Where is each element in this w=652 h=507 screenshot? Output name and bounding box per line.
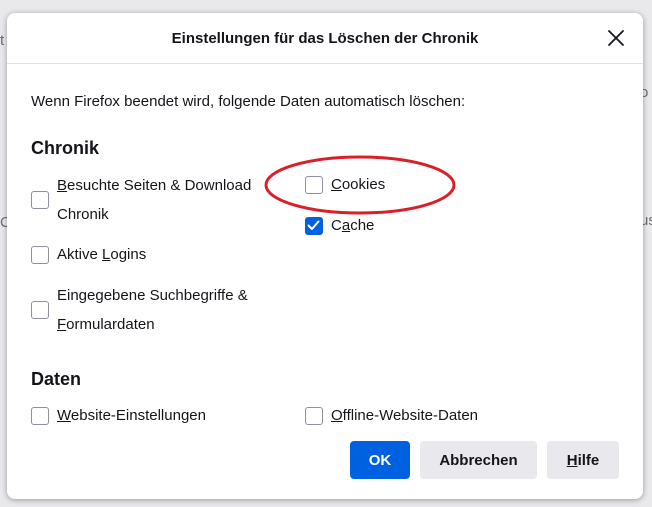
dialog-intro-text: Wenn Firefox beendet wird, folgende Date…: [31, 93, 466, 110]
logins-label-rest: ogins: [110, 246, 147, 263]
accesskey-b: B: [57, 177, 68, 194]
checkbox-site-settings-box[interactable]: [31, 406, 49, 425]
accesskey-o: O: [331, 407, 343, 424]
cache-label-start: C: [331, 217, 342, 234]
search-label-line1: Eingegebene Suchbegriffe &: [57, 287, 248, 304]
background-page-text: t: [0, 32, 5, 49]
accesskey-a: a: [341, 217, 351, 234]
checkbox-cache-box[interactable]: [305, 216, 323, 235]
cache-label-rest: che: [350, 217, 375, 234]
section-heading-chronik: Chronik: [31, 138, 100, 158]
checkbox-visited-pages-box[interactable]: [31, 191, 49, 209]
accesskey-h: H: [566, 451, 578, 469]
annotation-ellipse: [264, 155, 456, 215]
checkbox-search-form-data-label: Eingegebene Suchbegriffe & Formulardaten: [57, 281, 248, 339]
checkbox-site-settings[interactable]: Website-Einstellungen: [31, 401, 206, 430]
accesskey-f: F: [57, 316, 67, 333]
checkbox-offline-data-label: Offline-Website-Daten: [331, 401, 478, 430]
checkmark-icon: [307, 220, 320, 230]
checkbox-visited-pages[interactable]: Besuchte Seiten & Download Chronik: [31, 171, 251, 229]
help-button[interactable]: Hilfe: [547, 441, 619, 479]
offline-data-label-rest: ffline-Website-Daten: [342, 407, 479, 424]
checkbox-search-form-data[interactable]: Eingegebene Suchbegriffe & Formulardaten: [31, 281, 248, 339]
ok-button[interactable]: OK: [350, 441, 410, 479]
dialog-title: Einstellungen für das Löschen der Chroni…: [171, 30, 479, 47]
dialog-titlebar: Einstellungen für das Löschen der Chroni…: [7, 13, 643, 64]
cancel-button[interactable]: Abbrechen: [420, 441, 537, 479]
checkbox-visited-pages-label-line2: Chronik: [57, 206, 109, 223]
checkbox-visited-pages-label-line1: Besuchte Seiten & Download: [57, 171, 251, 200]
search-label-line2: Formulardaten: [57, 310, 248, 339]
checkbox-active-logins-label: Aktive Logins: [57, 240, 146, 269]
clear-history-settings-dialog: Einstellungen für das Löschen der Chroni…: [7, 13, 643, 499]
checkbox-visited-pages-label: Besuchte Seiten & Download Chronik: [57, 171, 251, 229]
checkbox-active-logins-box[interactable]: [31, 245, 49, 264]
checkbox-search-form-data-box[interactable]: [31, 301, 49, 319]
checkbox-active-logins[interactable]: Aktive Logins: [31, 240, 146, 269]
checkbox-offline-data[interactable]: Offline-Website-Daten: [305, 401, 478, 430]
site-settings-label-rest: ebsite-Einstellungen: [70, 407, 206, 424]
search-line2-rest: ormulardaten: [66, 316, 155, 333]
visited-line1-rest: esuchte Seiten & Download: [67, 177, 252, 194]
checkbox-site-settings-label: Website-Einstellungen: [57, 401, 206, 430]
logins-label-start: Aktive: [57, 246, 103, 263]
accesskey-w: W: [57, 407, 71, 424]
close-icon[interactable]: [605, 27, 627, 49]
checkbox-offline-data-box[interactable]: [305, 406, 323, 425]
help-button-rest: ilfe: [577, 451, 600, 469]
section-heading-daten: Daten: [31, 369, 82, 389]
